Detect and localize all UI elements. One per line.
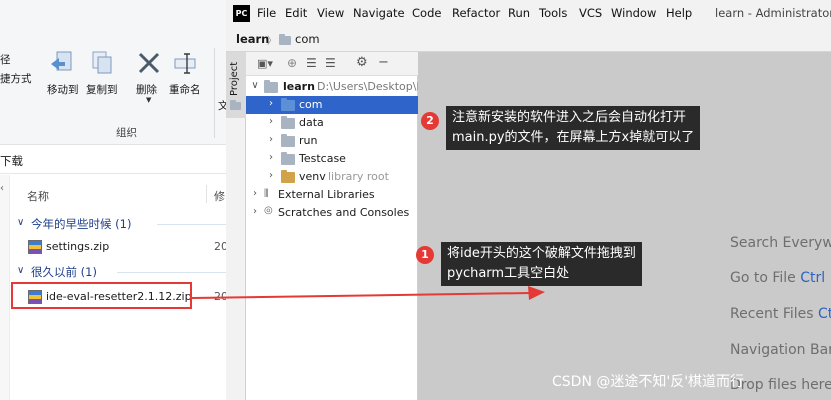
csdn-watermark: CSDN @迷途不知'反'棋道而行 — [552, 374, 745, 390]
drag-arrow-line — [191, 292, 531, 299]
drag-arrow — [191, 286, 545, 300]
arrow-head-icon — [528, 286, 545, 300]
